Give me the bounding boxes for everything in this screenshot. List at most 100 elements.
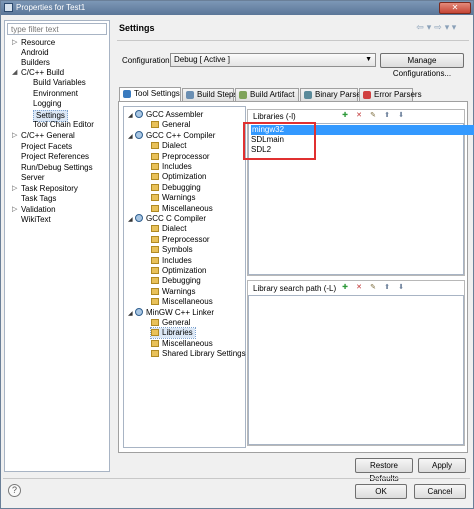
tab[interactable]: Tool Settings xyxy=(119,87,181,101)
tree-option-category[interactable]: Preprocessor xyxy=(151,235,210,245)
tree-option-category[interactable]: Miscellaneous xyxy=(151,297,213,307)
ok-button[interactable]: OK xyxy=(355,484,407,499)
tree-option-category[interactable]: Miscellaneous xyxy=(151,204,213,214)
tree-option-category[interactable]: Shared Library Settings xyxy=(151,349,246,359)
move-down-icon[interactable]: ⬇ xyxy=(397,112,405,120)
nav-twisty-icon[interactable]: ▷ xyxy=(12,205,17,215)
move-down-icon[interactable]: ⬇ xyxy=(397,284,405,292)
help-icon[interactable]: ? xyxy=(8,484,21,497)
tree-option-category[interactable]: Includes xyxy=(151,256,192,266)
tree-tool[interactable]: ◢ GCC Assembler xyxy=(128,110,203,121)
tab[interactable]: Error Parsers xyxy=(359,88,422,101)
nav-item[interactable]: Android xyxy=(21,48,49,58)
close-button[interactable]: ✕ xyxy=(439,2,471,14)
category-label: Miscellaneous xyxy=(162,203,213,213)
nav-item[interactable]: Tool Chain Editor xyxy=(33,120,94,130)
nav-twisty-icon[interactable]: ▷ xyxy=(12,131,17,141)
edit-icon[interactable]: ✎ xyxy=(369,284,377,292)
expand-icon[interactable]: ◢ xyxy=(128,215,135,225)
folder-icon xyxy=(151,298,159,306)
back-arrow-icon[interactable]: ⇦ xyxy=(414,22,426,33)
tree-option-category[interactable]: Warnings xyxy=(151,287,196,297)
filter-input[interactable] xyxy=(7,23,107,35)
tool-icon xyxy=(135,307,143,316)
tree-option-category[interactable]: Optimization xyxy=(151,266,206,276)
edit-icon[interactable]: ✎ xyxy=(369,112,377,120)
move-up-icon[interactable]: ⬆ xyxy=(383,112,391,120)
expand-icon[interactable]: ◢ xyxy=(128,111,135,121)
tree-option-category[interactable]: Preprocessor xyxy=(151,152,210,162)
expand-icon[interactable]: ◢ xyxy=(128,132,135,142)
folder-icon xyxy=(151,277,159,285)
tree-option-category[interactable]: Dialect xyxy=(151,224,186,234)
tree-option-category[interactable]: Includes xyxy=(151,162,192,172)
manage-configurations-button[interactable]: Manage Configurations... xyxy=(380,53,464,78)
page-title: Settings xyxy=(119,23,155,33)
tab-label: Build Steps xyxy=(197,90,238,99)
properties-navigation: ▷ ResourceAndroidBuilders ◢ C/C++ BuildBuil… xyxy=(4,20,110,472)
expand-icon[interactable]: ◢ xyxy=(128,309,135,319)
tool-label: GCC C Compiler xyxy=(146,214,207,223)
category-label: Warnings xyxy=(162,193,196,203)
configuration-select[interactable]: Debug [ Active ] ▼ xyxy=(170,53,376,67)
tree-option-category[interactable]: Debugging xyxy=(151,183,201,193)
move-up-icon[interactable]: ⬆ xyxy=(383,284,391,292)
category-label: Debugging xyxy=(162,182,201,192)
tab[interactable]: Binary Parsers xyxy=(300,88,367,101)
tool-label: GCC Assembler xyxy=(146,110,204,119)
add-icon[interactable]: ✚ xyxy=(341,112,349,120)
nav-item[interactable]: Validation xyxy=(21,205,56,215)
nav-item[interactable]: Project References xyxy=(21,152,89,162)
category-label: Optimization xyxy=(162,172,207,182)
nav-item[interactable]: Resource xyxy=(21,38,55,48)
category-label: Miscellaneous xyxy=(162,338,213,348)
tree-tool[interactable]: ◢ GCC C++ Compiler xyxy=(128,130,215,142)
nav-item[interactable]: Logging xyxy=(33,99,61,109)
nav-item[interactable]: Run/Debug Settings xyxy=(21,163,93,173)
nav-item[interactable]: Task Tags xyxy=(21,194,56,204)
tool-icon xyxy=(135,214,143,222)
folder-icon xyxy=(151,173,159,181)
tree-option-category[interactable]: Debugging xyxy=(151,276,201,286)
nav-item[interactable]: C/C++ General xyxy=(21,131,75,141)
tree-tool[interactable]: ◢ GCC C Compiler xyxy=(128,214,206,225)
nav-item[interactable]: C/C++ Build xyxy=(21,68,64,78)
tree-option-category[interactable]: Warnings xyxy=(151,193,196,203)
delete-icon[interactable]: ✕ xyxy=(355,112,363,120)
tab-label: Build Artifact xyxy=(250,90,295,99)
tree-option-category[interactable]: General xyxy=(151,120,190,130)
nav-item[interactable]: Build Variables xyxy=(33,78,86,88)
forward-arrow-icon[interactable]: ⇨ xyxy=(432,22,444,33)
restore-defaults-button[interactable]: Restore Defaults xyxy=(355,458,413,483)
nav-twisty-icon[interactable]: ▷ xyxy=(12,38,17,48)
tree-option-category[interactable]: Optimization xyxy=(151,172,206,182)
tab[interactable]: Build Steps xyxy=(182,88,238,101)
category-label: Includes xyxy=(162,255,192,265)
tree-option-category[interactable]: Dialect xyxy=(151,141,186,151)
view-menu-icon[interactable]: ▾ xyxy=(450,22,458,33)
nav-twisty-icon[interactable]: ◢ xyxy=(12,68,17,78)
delete-icon[interactable]: ✕ xyxy=(355,284,363,292)
nav-item[interactable]: Builders xyxy=(21,58,50,68)
nav-item[interactable]: Environment xyxy=(33,89,78,99)
nav-item[interactable]: Task Repository xyxy=(21,184,78,194)
tree-tool[interactable]: ◢ MinGW C++ Linker xyxy=(128,307,214,319)
library-search-path-list[interactable] xyxy=(248,295,464,445)
history-buttons: ⇦ ▾ ⇨ ▾ ▾ xyxy=(414,22,470,34)
nav-item[interactable]: Server xyxy=(21,173,45,183)
folder-icon xyxy=(151,183,159,191)
cancel-button[interactable]: Cancel xyxy=(414,484,466,499)
tree-option-category[interactable]: Miscellaneous xyxy=(151,339,213,349)
tree-option-category[interactable]: Symbols xyxy=(151,245,193,255)
nav-twisty-icon[interactable]: ▷ xyxy=(12,184,17,194)
apply-button[interactable]: Apply xyxy=(418,458,466,473)
tab[interactable]: Build Artifact xyxy=(235,88,299,101)
add-icon[interactable]: ✚ xyxy=(341,284,349,292)
folder-icon xyxy=(151,121,159,129)
tree-option-category[interactable]: General xyxy=(151,318,190,328)
nav-item[interactable]: Project Facets xyxy=(21,142,72,152)
category-label: Libraries xyxy=(162,328,193,338)
tree-option-category[interactable]: Libraries xyxy=(150,327,196,340)
nav-item[interactable]: WikiText xyxy=(21,215,51,225)
folder-icon xyxy=(151,204,159,212)
